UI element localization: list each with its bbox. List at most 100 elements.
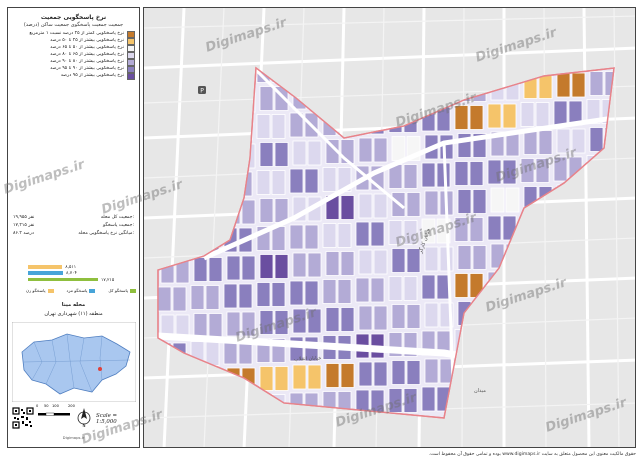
census-block[interactable] (403, 164, 418, 189)
census-block[interactable] (469, 161, 484, 186)
census-block[interactable] (304, 224, 319, 250)
census-block[interactable] (172, 286, 187, 312)
census-block[interactable] (487, 215, 502, 241)
census-block[interactable] (424, 302, 439, 328)
map-canvas[interactable]: P (144, 8, 636, 448)
census-block[interactable] (469, 105, 484, 130)
census-block[interactable] (205, 341, 220, 366)
census-block[interactable] (472, 189, 487, 214)
census-block[interactable] (556, 72, 571, 98)
census-block[interactable] (274, 142, 289, 167)
census-block[interactable] (439, 134, 454, 160)
census-block[interactable] (355, 277, 370, 303)
census-block[interactable] (241, 199, 256, 225)
census-block[interactable] (292, 364, 307, 390)
census-block[interactable] (307, 252, 322, 278)
census-block[interactable] (337, 279, 352, 304)
census-block[interactable] (454, 273, 469, 298)
census-block[interactable] (358, 305, 373, 331)
census-block[interactable] (424, 246, 439, 272)
census-block[interactable] (256, 170, 271, 195)
census-block[interactable] (421, 162, 436, 188)
census-block[interactable] (454, 161, 469, 186)
census-block[interactable] (271, 170, 286, 195)
census-block[interactable] (589, 127, 604, 152)
census-block[interactable] (193, 313, 208, 338)
census-block[interactable] (325, 251, 340, 276)
census-block[interactable] (256, 282, 271, 307)
census-block[interactable] (274, 254, 289, 279)
census-block[interactable] (358, 137, 373, 163)
census-block[interactable] (340, 363, 355, 388)
census-block[interactable] (424, 358, 439, 384)
census-block[interactable] (373, 193, 388, 219)
census-block[interactable] (487, 103, 502, 129)
census-block[interactable] (259, 86, 274, 111)
census-block[interactable] (340, 195, 355, 220)
census-block[interactable] (205, 285, 220, 310)
census-block[interactable] (358, 249, 373, 275)
census-block[interactable] (490, 187, 505, 213)
census-block[interactable] (340, 307, 355, 332)
census-block[interactable] (289, 168, 304, 194)
census-block[interactable] (289, 280, 304, 306)
census-block[interactable] (439, 246, 454, 272)
census-block[interactable] (289, 224, 304, 250)
census-block[interactable] (193, 257, 208, 282)
census-block[interactable] (304, 168, 319, 194)
census-block[interactable] (358, 361, 373, 387)
census-block[interactable] (538, 74, 553, 99)
census-block[interactable] (388, 276, 403, 301)
census-block[interactable] (337, 223, 352, 248)
census-block[interactable] (271, 226, 286, 251)
census-block[interactable] (373, 305, 388, 331)
census-block[interactable] (307, 364, 322, 390)
census-block[interactable] (406, 192, 421, 217)
census-block[interactable] (259, 142, 274, 167)
census-block[interactable] (505, 187, 520, 213)
census-block[interactable] (325, 363, 340, 388)
census-block[interactable] (226, 255, 241, 281)
census-block[interactable] (158, 286, 172, 312)
census-block[interactable] (292, 140, 307, 166)
census-block[interactable] (406, 360, 421, 385)
census-block[interactable] (271, 282, 286, 307)
census-block[interactable] (571, 72, 586, 98)
census-block[interactable] (259, 198, 274, 223)
census-block[interactable] (340, 251, 355, 276)
census-block[interactable] (322, 223, 337, 248)
census-block[interactable] (274, 366, 289, 391)
census-block[interactable] (421, 386, 436, 412)
census-block[interactable] (241, 255, 256, 281)
census-block[interactable] (421, 274, 436, 300)
census-block[interactable] (322, 279, 337, 304)
census-block[interactable] (472, 245, 487, 270)
census-block[interactable] (538, 130, 553, 155)
census-block[interactable] (535, 102, 550, 127)
census-block[interactable] (457, 189, 472, 214)
census-block[interactable] (373, 249, 388, 275)
census-block[interactable] (553, 100, 568, 126)
census-block[interactable] (391, 248, 406, 273)
census-block[interactable] (190, 285, 205, 310)
census-block[interactable] (391, 136, 406, 161)
census-block[interactable] (373, 137, 388, 163)
census-block[interactable] (457, 245, 472, 270)
census-block[interactable] (391, 360, 406, 385)
census-block[interactable] (292, 252, 307, 278)
census-block[interactable] (391, 304, 406, 329)
census-block[interactable] (370, 221, 385, 247)
census-block[interactable] (373, 361, 388, 387)
census-block[interactable] (259, 366, 274, 391)
census-block[interactable] (520, 102, 535, 127)
census-block[interactable] (238, 283, 253, 309)
census-block[interactable] (358, 193, 373, 219)
census-block[interactable] (223, 283, 238, 309)
census-block[interactable] (271, 114, 286, 139)
census-block[interactable] (355, 221, 370, 247)
census-block[interactable] (502, 103, 517, 129)
census-block[interactable] (406, 304, 421, 329)
census-block[interactable] (325, 307, 340, 332)
census-block[interactable] (523, 130, 538, 155)
census-block[interactable] (208, 257, 223, 282)
